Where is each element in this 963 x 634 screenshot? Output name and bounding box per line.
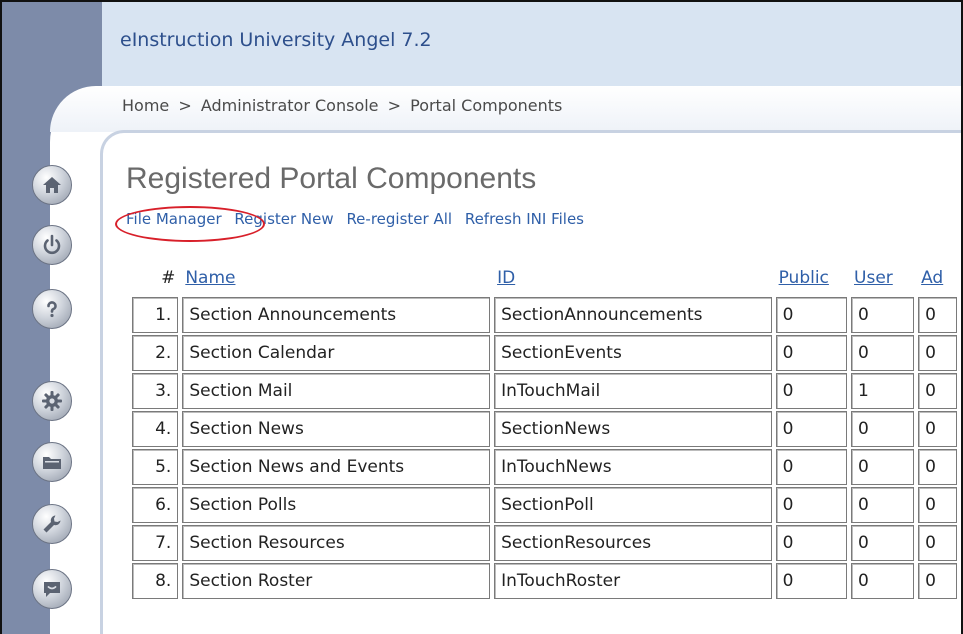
cell-num: 7. — [132, 525, 179, 561]
cell-user: 0 — [851, 449, 915, 485]
refresh-ini-link[interactable]: Refresh INI Files — [465, 210, 584, 228]
cell-id: SectionNews — [494, 411, 772, 447]
cell-name: Section News and Events — [182, 449, 491, 485]
file-manager-link[interactable]: File Manager — [126, 210, 222, 228]
header-admin-sort[interactable]: Ad — [918, 261, 957, 295]
cell-id: InTouchRoster — [494, 563, 772, 599]
cell-admin: 0 — [918, 411, 957, 447]
cell-num: 8. — [132, 563, 179, 599]
cell-id: SectionEvents — [494, 335, 772, 371]
cell-public: 0 — [775, 525, 848, 561]
components-table: # Name ID Public User Ad 1. Section Annou… — [128, 259, 961, 601]
table-body: 1. Section Announcements SectionAnnounceme… — [132, 297, 957, 599]
cell-public: 0 — [775, 335, 848, 371]
chat-button[interactable] — [32, 569, 72, 609]
cell-num: 1. — [132, 297, 179, 333]
cell-admin: 0 — [918, 297, 957, 333]
cell-user: 0 — [851, 297, 915, 333]
cell-num: 4. — [132, 411, 179, 447]
cell-user: 0 — [851, 411, 915, 447]
cell-id: SectionAnnouncements — [494, 297, 772, 333]
table-row: 6. Section Polls SectionPoll 0 0 0 — [132, 487, 957, 523]
cell-name: Section News — [182, 411, 491, 447]
cell-name: Section Mail — [182, 373, 491, 409]
settings-button[interactable] — [32, 381, 72, 421]
cell-admin: 0 — [918, 449, 957, 485]
cell-name: Section Polls — [182, 487, 491, 523]
cell-public: 0 — [775, 373, 848, 409]
breadcrumb: Home > Administrator Console > Portal Co… — [122, 96, 562, 115]
breadcrumb-portal-components: Portal Components — [410, 96, 563, 115]
table-row: 3. Section Mail InTouchMail 0 1 0 — [132, 373, 957, 409]
breadcrumb-separator: > — [178, 96, 192, 115]
cell-public: 0 — [775, 297, 848, 333]
cell-id: SectionResources — [494, 525, 772, 561]
cell-name: Section Roster — [182, 563, 491, 599]
cell-public: 0 — [775, 563, 848, 599]
power-icon — [43, 234, 61, 255]
header-user-sort[interactable]: User — [851, 261, 914, 295]
table-row: 5. Section News and Events InTouchNews 0 0 0 — [132, 449, 957, 485]
cell-public: 0 — [775, 411, 848, 447]
wrench-icon — [43, 515, 61, 533]
register-new-link[interactable]: Register New — [234, 210, 333, 228]
header-num: # — [161, 268, 176, 288]
files-button[interactable] — [32, 442, 72, 482]
cell-name: Section Resources — [182, 525, 491, 561]
table-row: 8. Section Roster InTouchRoster 0 0 0 — [132, 563, 957, 599]
cell-user: 0 — [851, 525, 915, 561]
app-title: eInstruction University Angel 7.2 — [120, 29, 432, 51]
home-icon — [43, 177, 61, 193]
table-row: 2. Section Calendar SectionEvents 0 0 0 — [132, 335, 957, 371]
cell-user: 0 — [851, 487, 915, 523]
breadcrumb-separator: > — [387, 96, 402, 115]
cell-id: InTouchMail — [494, 373, 772, 409]
cell-num: 2. — [132, 335, 179, 371]
cell-public: 0 — [775, 487, 848, 523]
page-title: Registered Portal Components — [126, 162, 537, 195]
table-row: 1. Section Announcements SectionAnnounceme… — [132, 297, 957, 333]
header-id-sort[interactable]: ID — [494, 261, 772, 295]
cell-admin: 0 — [918, 335, 957, 371]
table-row: 7. Section Resources SectionResources 0 0 0 — [132, 525, 957, 561]
help-icon — [47, 301, 57, 318]
tools-button[interactable] — [32, 504, 72, 544]
header-name-sort[interactable]: Name — [182, 261, 490, 295]
cell-admin: 0 — [918, 563, 957, 599]
cell-id: SectionPoll — [494, 487, 772, 523]
home-button[interactable] — [32, 165, 72, 205]
cell-admin: 0 — [918, 525, 957, 561]
folder-icon — [43, 457, 61, 469]
cell-num: 5. — [132, 449, 179, 485]
cell-admin: 0 — [918, 373, 957, 409]
app-window: eInstruction University Angel 7.2 Home >… — [0, 0, 963, 634]
gear-icon — [42, 391, 62, 411]
cell-name: Section Announcements — [182, 297, 491, 333]
cell-num: 6. — [132, 487, 179, 523]
cell-public: 0 — [775, 449, 848, 485]
cell-id: InTouchNews — [494, 449, 772, 485]
cell-user: 0 — [851, 563, 915, 599]
chat-icon — [44, 582, 60, 597]
cell-admin: 0 — [918, 487, 957, 523]
table-row: 4. Section News SectionNews 0 0 0 — [132, 411, 957, 447]
cell-name: Section Calendar — [182, 335, 491, 371]
breadcrumb-admin-console[interactable]: Administrator Console — [201, 96, 379, 115]
breadcrumb-home[interactable]: Home — [122, 96, 169, 115]
action-links: File Manager Register New Re-register Al… — [126, 210, 592, 228]
table-header-row: # Name ID Public User Ad — [132, 261, 957, 295]
cell-user: 0 — [851, 335, 915, 371]
cell-user: 1 — [851, 373, 915, 409]
header-public-sort[interactable]: Public — [776, 261, 847, 295]
reregister-all-link[interactable]: Re-register All — [346, 210, 452, 228]
cell-num: 3. — [132, 373, 179, 409]
help-button[interactable] — [32, 289, 72, 329]
logout-button[interactable] — [32, 225, 72, 265]
